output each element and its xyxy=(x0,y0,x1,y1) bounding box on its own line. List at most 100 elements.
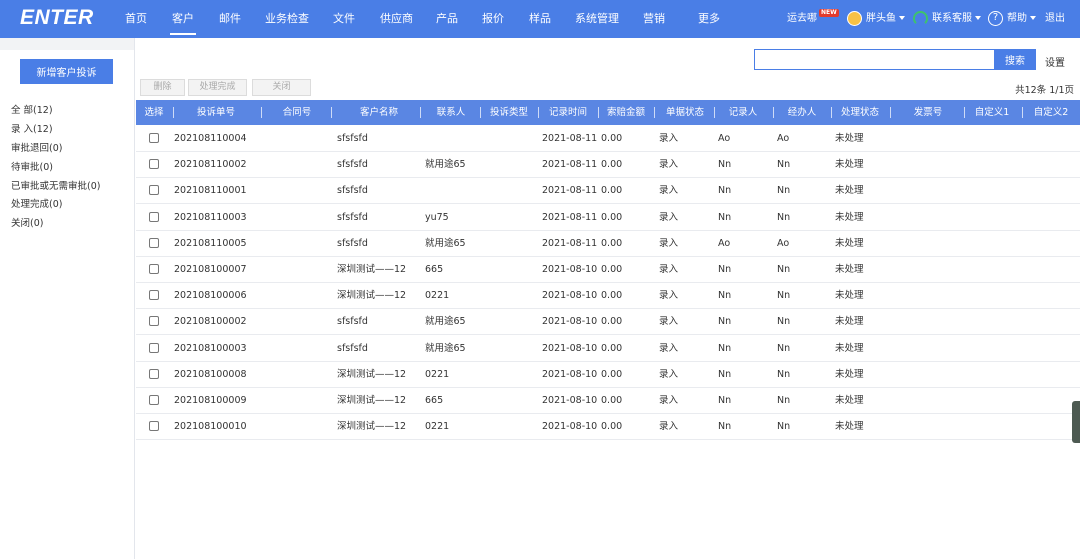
complaint-no-cell[interactable]: 202108110004 xyxy=(174,126,247,152)
record-time-cell: 2021-08-10 xyxy=(542,290,598,302)
table-row[interactable]: 202108110002 sfsfsfd 就用途65 2021-08-11 0.00 录入… xyxy=(136,152,1080,179)
col-handler[interactable]: 经办人 xyxy=(788,100,817,125)
complaint-no-cell[interactable]: 202108100007 xyxy=(174,257,247,283)
table-row[interactable]: 202108100007 深圳测试——12 665 2021-08-10 0.00 录入 N… xyxy=(136,257,1080,283)
amount-cell: 0.00 xyxy=(601,159,623,171)
complaint-no-cell[interactable]: 202108100006 xyxy=(174,283,247,309)
nav-business-check[interactable]: 业务检查 xyxy=(265,0,309,38)
table-row[interactable]: 202108100008 深圳测试——12 0221 2021-08-10 0.00 录入… xyxy=(136,362,1080,388)
nav-customer[interactable]: 客户 xyxy=(170,0,196,38)
search-button[interactable]: 搜索 xyxy=(994,49,1036,70)
complete-button[interactable]: 处理完成 xyxy=(188,79,247,96)
delete-button[interactable]: 删除 xyxy=(140,79,185,96)
complaint-no-cell[interactable]: 202108100009 xyxy=(174,388,247,414)
complaint-no-cell[interactable]: 202108110002 xyxy=(174,152,247,178)
nav-product[interactable]: 产品 xyxy=(436,0,458,38)
customer-cell: sfsfsfd xyxy=(337,342,368,354)
table-row[interactable]: 202108100010 深圳测试——12 0221 2021-08-10 0.00 录入… xyxy=(136,414,1080,441)
row-checkbox[interactable] xyxy=(149,368,159,379)
nav-marketing[interactable]: 营销 xyxy=(643,0,665,38)
row-checkbox[interactable] xyxy=(149,316,159,327)
row-checkbox[interactable] xyxy=(149,421,159,432)
handler-cell: Nn xyxy=(777,159,791,171)
process-status-cell: 未处理 xyxy=(835,395,864,406)
nav-supplier[interactable]: 供应商 xyxy=(380,0,413,38)
headset-icon[interactable] xyxy=(913,11,928,26)
logout-link[interactable]: 退出 xyxy=(1045,0,1065,38)
nav-sample[interactable]: 样品 xyxy=(529,0,551,38)
contact-cell: 就用途65 xyxy=(425,342,466,354)
search-input[interactable] xyxy=(754,49,994,70)
handler-cell: Nn xyxy=(777,211,791,223)
col-recorder[interactable]: 记录人 xyxy=(729,100,758,125)
complaint-no-cell[interactable]: 202108100008 xyxy=(174,362,247,388)
col-customer[interactable]: 客户名称 xyxy=(360,100,398,125)
col-doc-status[interactable]: 单据状态 xyxy=(666,100,704,125)
col-custom2[interactable]: 自定义2 xyxy=(1034,100,1069,125)
row-checkbox[interactable] xyxy=(149,211,159,222)
service-menu[interactable]: 联系客服 xyxy=(932,0,981,38)
add-complaint-button[interactable]: 新增客户投诉 xyxy=(20,59,113,84)
help-icon[interactable]: ? xyxy=(988,11,1003,26)
sidebar-item-rejected[interactable]: 审批退回(0) xyxy=(11,140,62,154)
row-checkbox[interactable] xyxy=(149,264,159,274)
row-checkbox[interactable] xyxy=(149,159,159,170)
col-complaint-no[interactable]: 投诉单号 xyxy=(197,100,235,125)
settings-link[interactable]: 设置 xyxy=(1045,54,1065,69)
nav-home[interactable]: 首页 xyxy=(125,0,147,38)
complaint-no-cell[interactable]: 202108100002 xyxy=(174,309,247,335)
nav-system[interactable]: 系统管理 xyxy=(575,0,619,38)
table-row[interactable]: 202108110001 sfsfsfd 2021-08-11 0.00 录入 Nn Nn 未… xyxy=(136,178,1080,205)
col-process-status[interactable]: 处理状态 xyxy=(841,100,879,125)
nav-more[interactable]: 更多 xyxy=(698,0,720,38)
contact-cell: 就用途65 xyxy=(425,316,466,328)
complaint-no-cell[interactable]: 202108100010 xyxy=(174,414,247,440)
sidebar-item-approved[interactable]: 已审批或无需审批(0) xyxy=(11,178,100,192)
table-row[interactable]: 202108100002 sfsfsfd 就用途65 2021-08-10 0.00 录入… xyxy=(136,309,1080,336)
app-logo[interactable]: ENTER xyxy=(20,6,94,30)
record-time-cell: 2021-08-11 xyxy=(542,237,598,249)
doc-status-cell: 录入 xyxy=(659,368,679,380)
table-row[interactable]: 202108110005 sfsfsfd 就用途65 2021-08-11 0.00 录入… xyxy=(136,231,1080,257)
col-contract[interactable]: 合同号 xyxy=(283,100,312,125)
table-row[interactable]: 202108100009 深圳测试——12 665 2021-08-10 0.00 录入 N… xyxy=(136,388,1080,414)
customer-cell: 深圳测试——12 xyxy=(337,368,407,380)
nav-mail[interactable]: 邮件 xyxy=(219,0,241,38)
col-type[interactable]: 投诉类型 xyxy=(490,100,528,125)
table-row[interactable]: 202108100006 深圳测试——12 0221 2021-08-10 0.00 录入… xyxy=(136,283,1080,310)
complaint-no-cell[interactable]: 202108110005 xyxy=(174,231,247,257)
row-checkbox[interactable] xyxy=(149,185,159,196)
sidebar-item-all[interactable]: 全 部(12) xyxy=(11,102,53,116)
goto-link[interactable]: 运去哪 xyxy=(787,0,817,38)
customer-cell: sfsfsfd xyxy=(337,211,368,223)
table-row[interactable]: 202108100003 sfsfsfd 就用途65 2021-08-10 0.00 录入… xyxy=(136,336,1080,362)
sidebar-item-done[interactable]: 处理完成(0) xyxy=(11,196,62,210)
user-avatar-icon[interactable] xyxy=(847,11,862,26)
sidebar-item-closed[interactable]: 关闭(0) xyxy=(11,215,43,229)
row-checkbox[interactable] xyxy=(149,133,159,143)
close-button[interactable]: 关闭 xyxy=(252,79,311,96)
col-invoice[interactable]: 发票号 xyxy=(914,100,943,125)
row-checkbox[interactable] xyxy=(149,290,159,301)
help-menu[interactable]: 帮助 xyxy=(1007,0,1036,38)
col-amount[interactable]: 索赔金额 xyxy=(607,100,645,125)
row-checkbox[interactable] xyxy=(149,395,159,405)
column-divider xyxy=(1022,107,1023,118)
col-custom1[interactable]: 自定义1 xyxy=(975,100,1010,125)
table-row[interactable]: 202108110003 sfsfsfd yu75 2021-08-11 0.00 录入 N… xyxy=(136,205,1080,231)
process-status-cell: 未处理 xyxy=(835,264,864,275)
sidebar-item-entered[interactable]: 录 入(12) xyxy=(11,121,53,135)
nav-quote[interactable]: 报价 xyxy=(482,0,504,38)
sidebar-item-pending[interactable]: 待审批(0) xyxy=(11,159,53,173)
table-row[interactable]: 202108110004 sfsfsfd 2021-08-11 0.00 录入 Ao Ao 未… xyxy=(136,126,1080,152)
row-checkbox[interactable] xyxy=(149,342,159,353)
complaint-no-cell[interactable]: 202108110003 xyxy=(174,205,247,231)
complaint-no-cell[interactable]: 202108100003 xyxy=(174,336,247,362)
user-menu[interactable]: 胖头鱼 xyxy=(866,0,905,38)
nav-files[interactable]: 文件 xyxy=(333,0,355,38)
col-contact[interactable]: 联系人 xyxy=(437,100,466,125)
col-time[interactable]: 记录时间 xyxy=(549,100,587,125)
row-checkbox[interactable] xyxy=(149,237,159,248)
complaint-no-cell[interactable]: 202108110001 xyxy=(174,178,247,204)
side-scroll-handle[interactable] xyxy=(1072,401,1080,443)
